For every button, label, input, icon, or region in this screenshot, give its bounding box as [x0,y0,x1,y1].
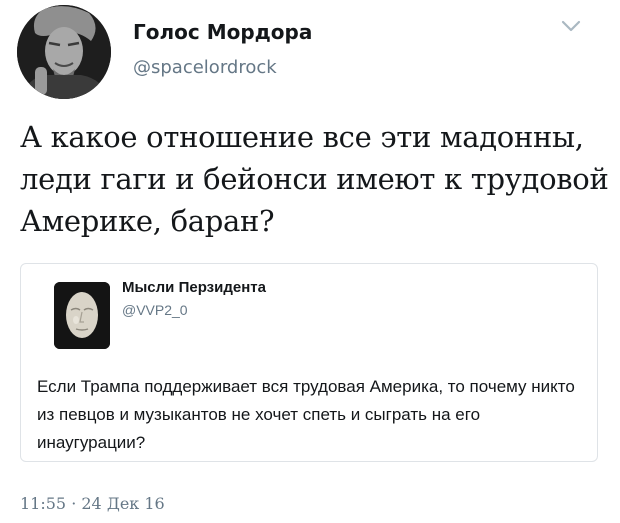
quoted-tweet-card[interactable]: Мысли Перзидента @VVP2_0 Если Трампа под… [20,263,598,462]
author-display-name[interactable]: Голос Мордора [133,20,312,44]
author-photo [17,5,111,99]
author-avatar[interactable] [17,5,111,99]
quoted-author-avatar [54,282,110,349]
tweet: Голос Мордора @spacelordrock А какое отн… [0,0,620,523]
tweet-text: А какое отношение все эти мадонны, леди … [20,120,609,238]
death-mask-image [54,282,110,349]
quoted-tweet-text: Если Трампа поддерживает вся трудовая Ам… [37,377,575,452]
tweet-timestamp[interactable]: 11:55 · 24 Дек 16 [20,494,165,513]
quoted-author-handle: @VVP2_0 [122,302,188,318]
chevron-down-icon[interactable] [560,18,582,34]
quoted-author-display-name: Мысли Перзидента [122,279,266,296]
author-handle[interactable]: @spacelordrock [133,57,277,78]
